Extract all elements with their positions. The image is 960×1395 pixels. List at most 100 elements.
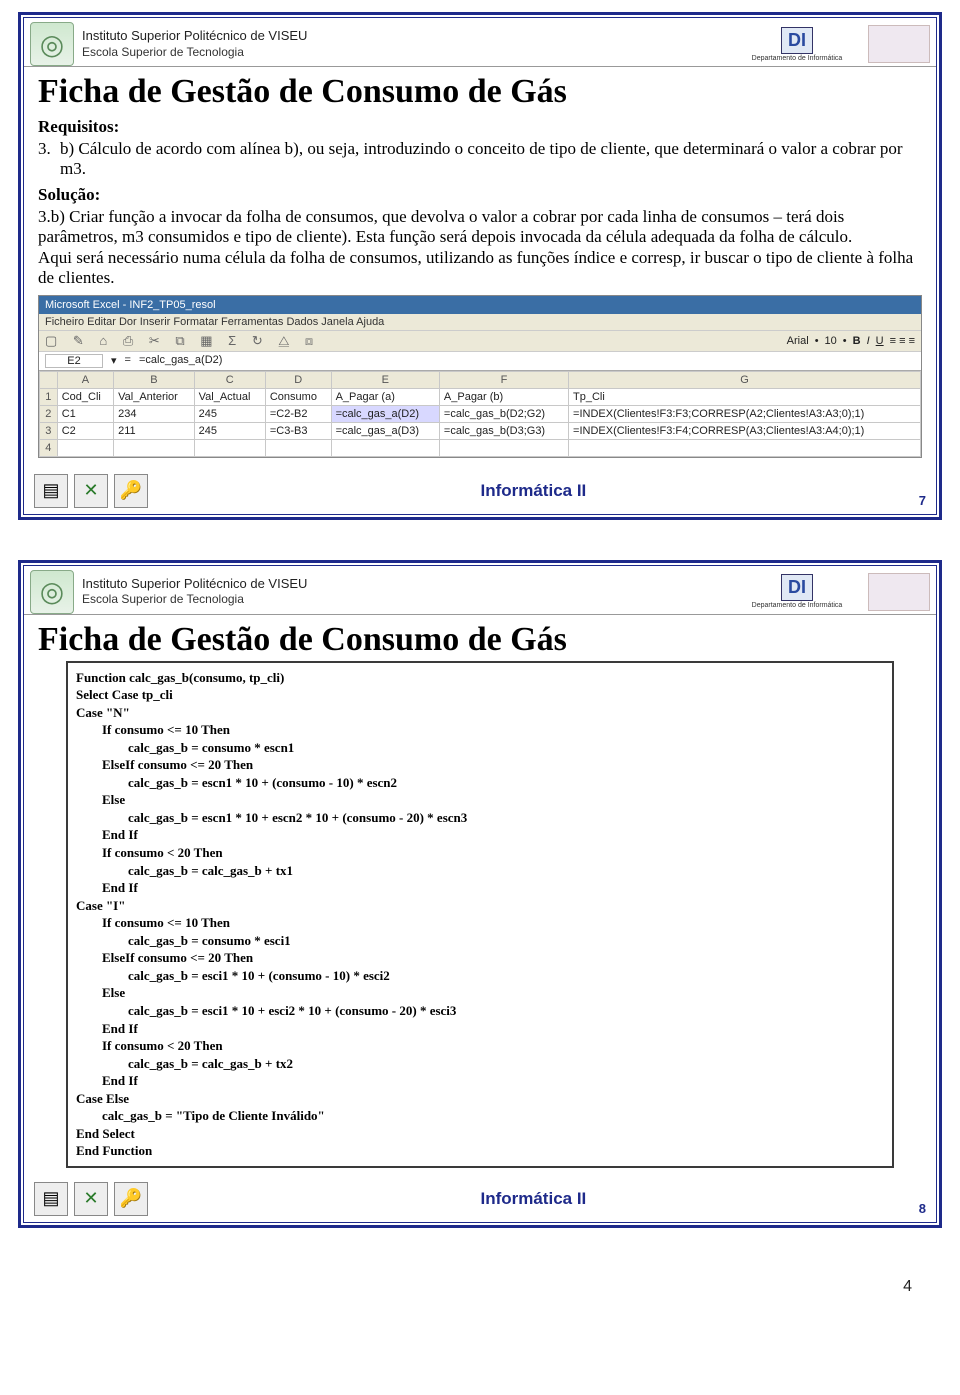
equals-icon: =	[125, 354, 131, 368]
cell: =INDEX(Clientes!F3:F4;CORRESP(A3;Cliente…	[569, 422, 921, 439]
cell	[194, 439, 265, 456]
cell: Consumo	[265, 388, 331, 405]
row-header: 4	[40, 439, 58, 456]
cell: C1	[57, 405, 113, 422]
cell: Cod_Cli	[57, 388, 113, 405]
footer-title: Informática II	[480, 481, 586, 501]
font-size: 10	[825, 335, 837, 347]
fx-icon: ▾	[111, 354, 117, 368]
cell: C2	[57, 422, 113, 439]
table-row: 4	[40, 439, 921, 456]
slide-title: Ficha de Gestão de Consumo de Gás	[38, 621, 922, 659]
toolbar-icons: ▢ ✎ ⌂ ⎙ ✂ ⧉ ▦ Σ ↻ ⧋ ⧈	[45, 333, 319, 349]
slide-number: 8	[919, 1201, 926, 1216]
solucao-label: Solução:	[38, 185, 922, 205]
excel-screenshot: Microsoft Excel - INF2_TP05_resol Fichei…	[38, 295, 922, 458]
row-header: 3	[40, 422, 58, 439]
slide-body: Ficha de Gestão de Consumo de Gás	[24, 615, 936, 659]
footer-bar: ▤ ✕ 🔑 Informática II 7	[24, 466, 936, 514]
solucao-text: 3.b) Criar função a invocar da folha de …	[38, 207, 922, 289]
column-header: D	[265, 371, 331, 388]
slide-8: ◎ Instituto Superior Politécnico de VISE…	[18, 560, 942, 1228]
header-bar: ◎ Instituto Superior Politécnico de VISE…	[24, 18, 936, 67]
column-header	[40, 371, 58, 388]
cell	[265, 439, 331, 456]
cell: =calc_gas_a(D2)	[331, 405, 439, 422]
cell: A_Pagar (a)	[331, 388, 439, 405]
cell: =calc_gas_a(D3)	[331, 422, 439, 439]
font-name: Arial	[787, 335, 809, 347]
requisito-item: 3. b) Cálculo de acordo com alínea b), o…	[38, 139, 922, 179]
header-bar: ◎ Instituto Superior Politécnico de VISE…	[24, 566, 936, 615]
page: ◎ Instituto Superior Politécnico de VISE…	[0, 0, 960, 1332]
logo-icon: ◎	[30, 22, 74, 66]
slide-title: Ficha de Gestão de Consumo de Gás	[38, 73, 922, 111]
slide-inner: ◎ Instituto Superior Politécnico de VISE…	[23, 17, 937, 515]
excel-icon: ✕	[74, 474, 108, 508]
requisitos-label: Requisitos:	[38, 117, 922, 137]
school-name: Escola Superior de Tecnologia	[82, 45, 732, 60]
footer-icons: ▤ ✕ 🔑	[34, 1182, 148, 1216]
excel-grid: ABCDEFG 1Cod_CliVal_AnteriorVal_ActualCo…	[39, 371, 921, 457]
logo-icon: ◎	[30, 570, 74, 614]
excel-icon: ✕	[74, 1182, 108, 1216]
department-block: DI Departamento de Informática	[732, 574, 862, 609]
cell: 245	[194, 422, 265, 439]
cell-ref: E2	[45, 354, 103, 368]
department-block: DI Departamento de Informática	[732, 27, 862, 62]
footer-icons: ▤ ✕ 🔑	[34, 474, 148, 508]
institution-text: Instituto Superior Politécnico de VISEU …	[82, 28, 732, 59]
table-row: 2C1234245=C2-B2=calc_gas_a(D2)=calc_gas_…	[40, 405, 921, 422]
cell: 211	[114, 422, 195, 439]
column-header: E	[331, 371, 439, 388]
cell: =C2-B2	[265, 405, 331, 422]
header-decor-icon	[868, 573, 930, 611]
department-label: Departamento de Informática	[732, 602, 862, 609]
underline-icon: U	[876, 335, 884, 347]
slide-7: ◎ Instituto Superior Politécnico de VISE…	[18, 12, 942, 520]
table-row: 3C2211245=C3-B3=calc_gas_a(D3)=calc_gas_…	[40, 422, 921, 439]
formula-bar: E2 ▾ = =calc_gas_a(D2)	[39, 352, 921, 371]
column-header: B	[114, 371, 195, 388]
cell: Val_Actual	[194, 388, 265, 405]
header-decor-icon	[868, 25, 930, 63]
footer-bar: ▤ ✕ 🔑 Informática II 8	[24, 1174, 936, 1222]
bold-icon: B	[853, 335, 861, 347]
italic-icon: I	[867, 335, 870, 347]
cell: A_Pagar (b)	[439, 388, 568, 405]
department-abbrev: DI	[781, 574, 813, 601]
slide-body: Ficha de Gestão de Consumo de Gás Requis…	[24, 67, 936, 466]
school-name: Escola Superior de Tecnologia	[82, 592, 732, 607]
column-header: F	[439, 371, 568, 388]
column-header: G	[569, 371, 921, 388]
page-number: 4	[18, 1268, 942, 1320]
align-icons: ≡ ≡ ≡	[890, 335, 915, 347]
row-header: 1	[40, 388, 58, 405]
cell: Val_Anterior	[114, 388, 195, 405]
excel-menubar: Ficheiro Editar Dor Inserir Formatar Fer…	[39, 314, 921, 330]
institution-name: Instituto Superior Politécnico de VISEU	[82, 28, 732, 44]
cell: =INDEX(Clientes!F3:F3;CORRESP(A2;Cliente…	[569, 405, 921, 422]
cell	[569, 439, 921, 456]
app-icon: ▤	[34, 474, 68, 508]
requisito-text: b) Cálculo de acordo com alínea b), ou s…	[60, 139, 922, 179]
cell	[331, 439, 439, 456]
cell: =calc_gas_b(D3;G3)	[439, 422, 568, 439]
column-headers: ABCDEFG	[40, 371, 921, 388]
footer-title: Informática II	[480, 1189, 586, 1209]
row-header: 2	[40, 405, 58, 422]
cell	[114, 439, 195, 456]
spreadsheet-table: ABCDEFG 1Cod_CliVal_AnteriorVal_ActualCo…	[39, 371, 921, 457]
column-header: C	[194, 371, 265, 388]
formula-value: =calc_gas_a(D2)	[139, 354, 222, 368]
cell: =calc_gas_b(D2;G2)	[439, 405, 568, 422]
requisito-number: 3.	[38, 139, 60, 179]
cell: 245	[194, 405, 265, 422]
cell	[439, 439, 568, 456]
code-box: Function calc_gas_b(consumo, tp_cli) Sel…	[66, 661, 894, 1168]
key-icon: 🔑	[114, 1182, 148, 1216]
key-icon: 🔑	[114, 474, 148, 508]
excel-toolbar: ▢ ✎ ⌂ ⎙ ✂ ⧉ ▦ Σ ↻ ⧋ ⧈ Arial • 10 • B I U…	[39, 330, 921, 352]
table-row: 1Cod_CliVal_AnteriorVal_ActualConsumoA_P…	[40, 388, 921, 405]
cell: 234	[114, 405, 195, 422]
